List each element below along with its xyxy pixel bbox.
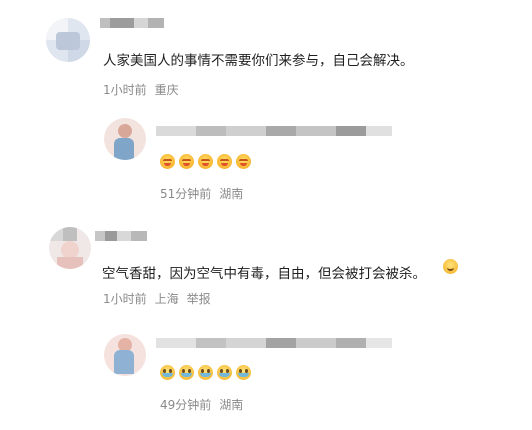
grimace-emoji-icon <box>236 154 251 169</box>
avatar[interactable] <box>104 118 146 160</box>
username[interactable] <box>100 18 164 28</box>
comment-text: 空气香甜，因为空气中有毒，自由，但会被打会被杀。 <box>102 266 426 282</box>
avatar[interactable] <box>49 227 91 269</box>
grimace-emoji-icon <box>160 154 175 169</box>
comment-time: 1小时前 <box>103 83 147 97</box>
reply-time: 49分钟前 <box>160 398 212 412</box>
teary-emoji-icon <box>217 365 232 380</box>
teary-emoji-icon <box>160 365 175 380</box>
reply-meta: 49分钟前 湖南 <box>160 396 251 413</box>
comment-text: 人家美国人的事情不需要你们来参与，自己会解决。 <box>103 53 414 69</box>
grimace-emoji-icon <box>179 154 194 169</box>
teary-emoji-icon <box>236 365 251 380</box>
teary-emoji-icon <box>179 365 194 380</box>
reply-emoji-row <box>160 365 251 380</box>
avatar[interactable] <box>46 18 90 62</box>
username[interactable] <box>95 231 147 241</box>
comment-meta: 1小时前 上海 举报 <box>103 290 219 307</box>
reply-location: 湖南 <box>219 187 244 201</box>
comment-location: 重庆 <box>154 83 179 97</box>
report-link[interactable]: 举报 <box>187 292 211 306</box>
reply-location: 湖南 <box>219 398 244 412</box>
comment-time: 1小时前 <box>103 292 147 306</box>
smile-emoji-icon <box>443 259 458 274</box>
grimace-emoji-icon <box>198 154 213 169</box>
comment-meta: 1小时前 重庆 <box>103 81 187 98</box>
username[interactable] <box>156 126 392 136</box>
avatar[interactable] <box>104 334 146 376</box>
reply-meta: 51分钟前 湖南 <box>160 185 251 202</box>
reply-time: 51分钟前 <box>160 187 212 201</box>
grimace-emoji-icon <box>217 154 232 169</box>
username[interactable] <box>156 338 392 348</box>
reply-emoji-row <box>160 154 251 169</box>
comment-location: 上海 <box>154 292 179 306</box>
teary-emoji-icon <box>198 365 213 380</box>
